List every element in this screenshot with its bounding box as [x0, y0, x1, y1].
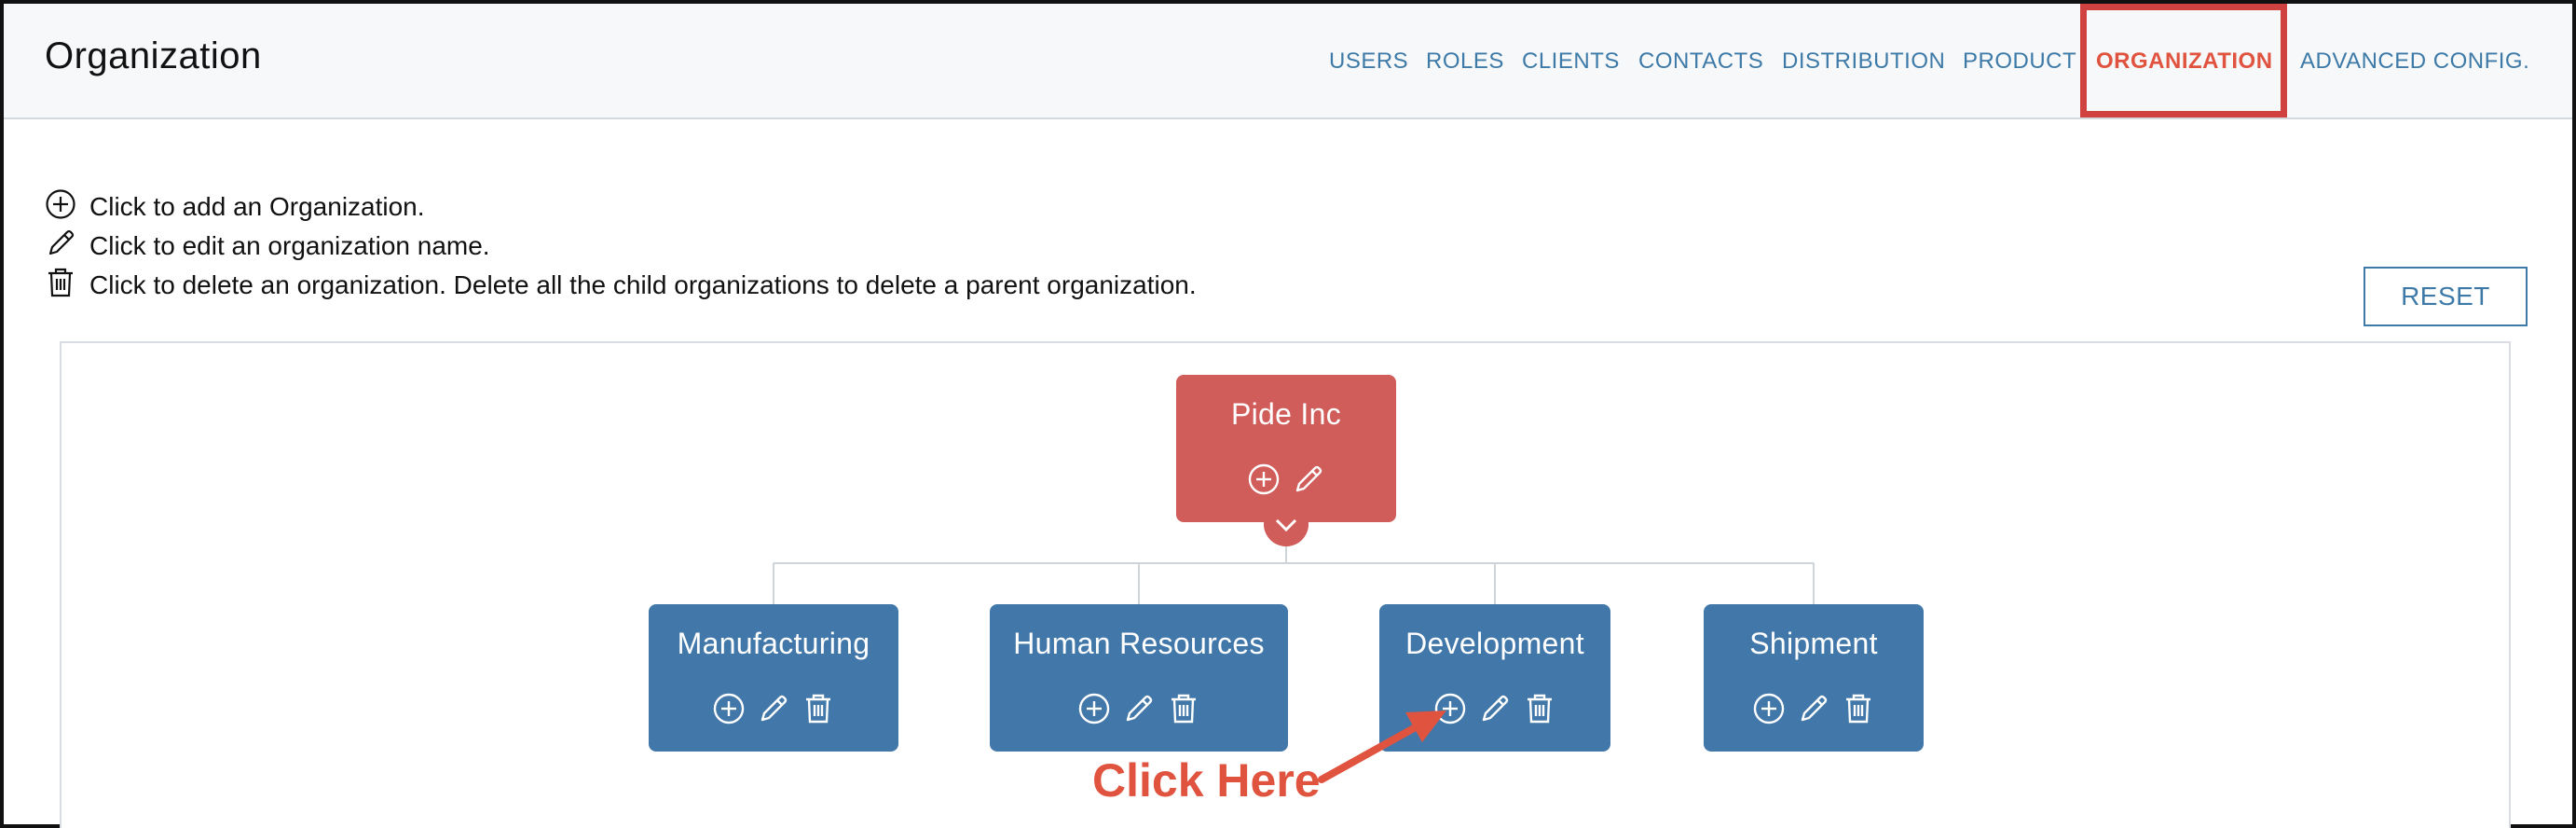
org-node-name: Pide Inc [1230, 397, 1342, 431]
nav-distribution[interactable]: DISTRIBUTION [1782, 48, 1945, 75]
org-node-manufacturing[interactable]: Manufacturing [649, 604, 898, 752]
add-icon[interactable] [1077, 692, 1111, 725]
org-node-name: Human Resources [1013, 627, 1265, 660]
nav-clients[interactable]: CLIENTS [1522, 48, 1620, 75]
node-actions [1704, 692, 1924, 729]
nav-highlight-box [2080, 4, 2287, 117]
org-node-name: Development [1405, 627, 1584, 660]
node-actions [1176, 462, 1396, 500]
edit-icon[interactable] [1797, 692, 1830, 725]
node-actions [649, 692, 898, 729]
annotation-text: Click Here [1092, 754, 1321, 807]
edit-icon[interactable] [1122, 692, 1156, 725]
nav-contacts[interactable]: CONTACTS [1638, 48, 1763, 75]
nav-roles[interactable]: ROLES [1426, 48, 1504, 75]
org-node-shipment[interactable]: Shipment [1704, 604, 1924, 752]
collapse-chevron-icon[interactable] [1264, 502, 1309, 546]
delete-icon[interactable] [1523, 692, 1556, 725]
node-actions [990, 692, 1288, 729]
nav-users[interactable]: USERS [1329, 48, 1408, 75]
legend-edit: Click to edit an organization name. [45, 226, 1443, 263]
edit-icon[interactable] [1292, 462, 1325, 496]
delete-icon[interactable] [802, 692, 835, 725]
trash-icon [48, 268, 73, 297]
org-node-root[interactable]: Pide Inc [1176, 375, 1396, 522]
legend-delete-text: Click to delete an organization. Delete … [89, 270, 1197, 299]
nav-advanced-config[interactable]: ADVANCED CONFIG. [2300, 48, 2529, 75]
org-node-development[interactable]: Development [1379, 604, 1610, 752]
edit-icon[interactable] [757, 692, 790, 725]
legend-add-text: Click to add an Organization. [89, 192, 425, 221]
org-node-name: Shipment [1749, 627, 1878, 660]
add-icon[interactable] [1247, 462, 1281, 496]
pencil-icon [48, 229, 75, 255]
add-icon[interactable] [1433, 692, 1467, 725]
org-node-human-resources[interactable]: Human Resources [990, 604, 1288, 752]
legend-delete: Click to delete an organization. Delete … [45, 265, 1443, 302]
legend-edit-text: Click to edit an organization name. [89, 231, 490, 260]
edit-icon[interactable] [1478, 692, 1512, 725]
delete-icon[interactable] [1167, 692, 1200, 725]
nav-product[interactable]: PRODUCT [1963, 48, 2076, 75]
reset-button[interactable]: RESET [2364, 267, 2528, 326]
org-node-name: Manufacturing [677, 627, 870, 660]
node-actions [1379, 692, 1610, 729]
add-icon[interactable] [1752, 692, 1786, 725]
legend-add: Click to add an Organization. [45, 186, 1443, 224]
add-icon[interactable] [712, 692, 746, 725]
plus-circle-icon [46, 189, 75, 219]
delete-icon[interactable] [1842, 692, 1875, 725]
